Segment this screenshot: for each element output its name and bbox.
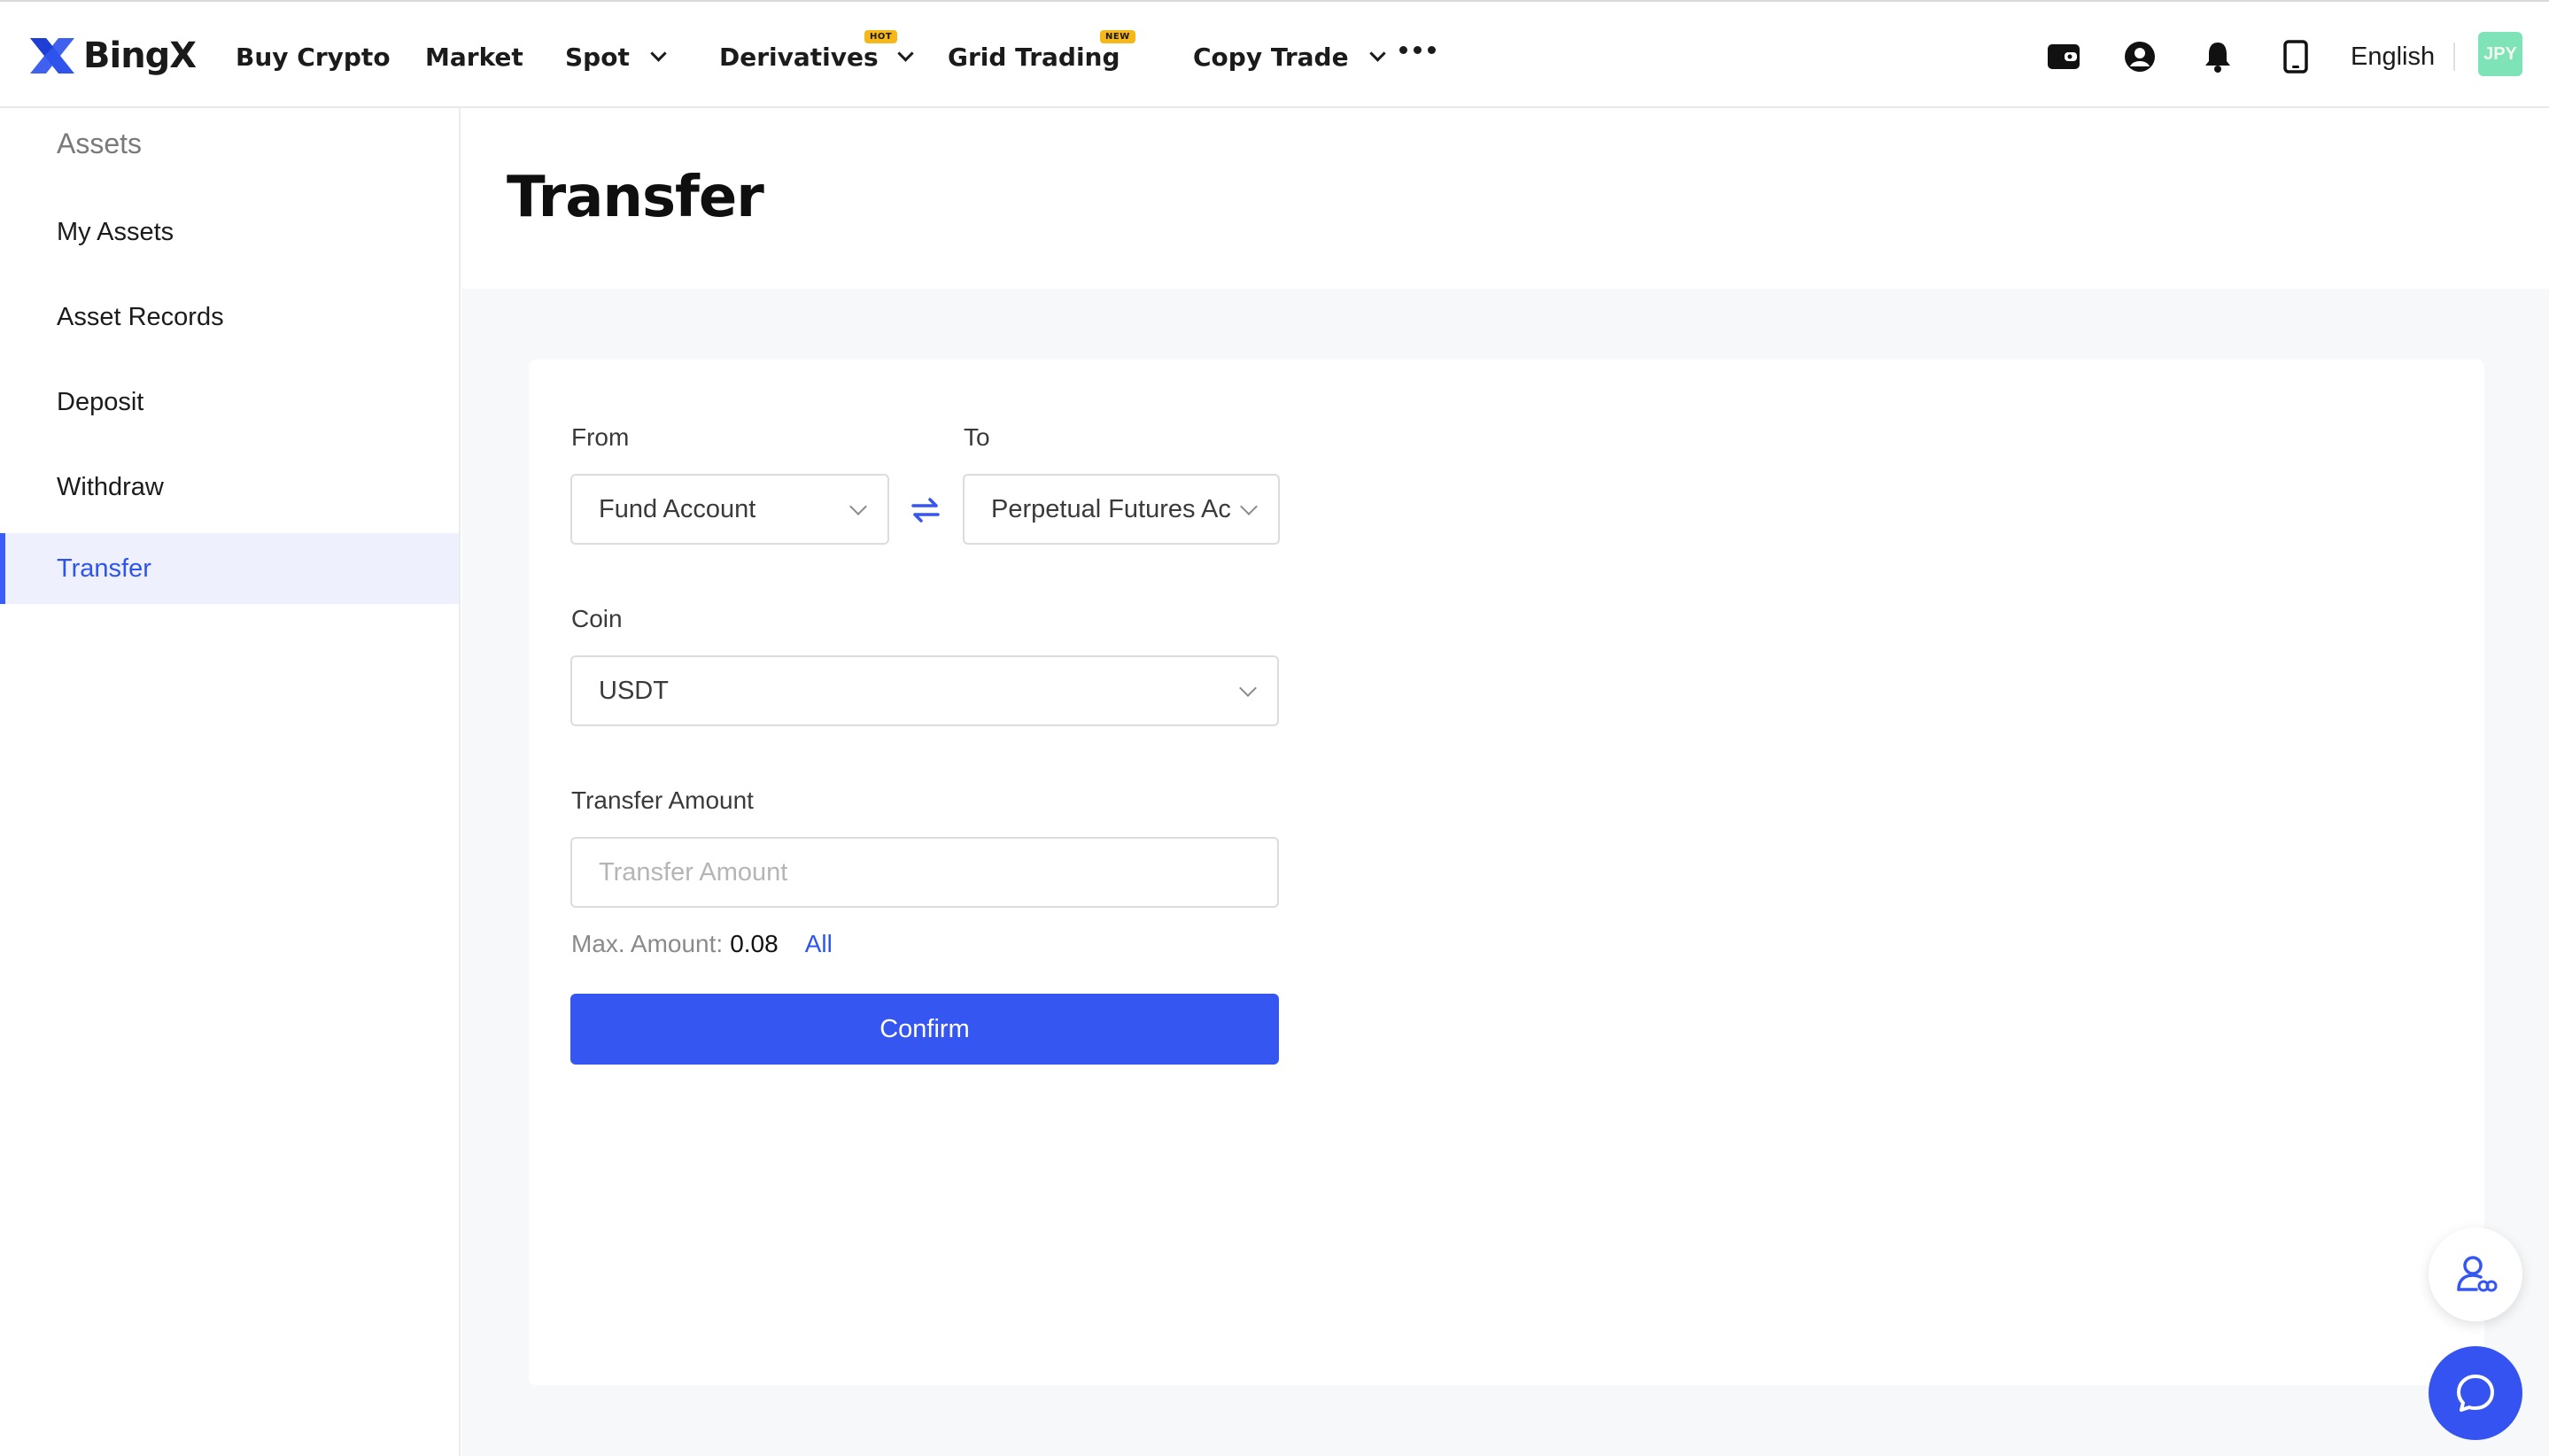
- sidebar-item-deposit[interactable]: Deposit: [0, 367, 459, 438]
- max-amount-label: Max. Amount:: [571, 930, 724, 957]
- divider: [2453, 43, 2455, 71]
- nav-derivatives[interactable]: Derivatives: [719, 39, 914, 74]
- sidebar-item-label: Transfer: [57, 554, 151, 583]
- support-agent-icon: [2457, 1256, 2498, 1292]
- nav-label: Market: [425, 42, 523, 72]
- nav-buy-crypto[interactable]: Buy Crypto: [236, 39, 391, 74]
- avatar[interactable]: JPY: [2478, 32, 2522, 76]
- all-link[interactable]: All: [805, 930, 833, 958]
- user-icon[interactable]: [2122, 39, 2158, 74]
- mobile-icon[interactable]: [2278, 39, 2313, 74]
- confirm-button[interactable]: Confirm: [570, 994, 1279, 1065]
- sidebar-item-label: Asset Records: [57, 302, 224, 331]
- nav-grid-trading[interactable]: Grid Trading: [948, 39, 1120, 74]
- sidebar-item-label: My Assets: [57, 217, 174, 246]
- sidebar-item-withdraw[interactable]: Withdraw: [0, 452, 459, 523]
- nav-label: Copy Trade: [1193, 42, 1349, 72]
- chevron-down-icon: [1368, 44, 1386, 62]
- chevron-down-icon: [1239, 679, 1257, 697]
- swap-icon[interactable]: [908, 492, 943, 528]
- nav-label: Buy Crypto: [236, 42, 391, 72]
- nav-label: Spot: [565, 42, 630, 72]
- sidebar-heading: Assets: [57, 128, 143, 159]
- chat-button[interactable]: [2429, 1346, 2522, 1440]
- from-account-value: Fund Account: [599, 494, 756, 523]
- max-amount-row: Max. Amount: 0.08 All: [571, 928, 833, 960]
- bell-icon[interactable]: [2200, 39, 2235, 74]
- to-account-select[interactable]: Perpetual Futures Account: [963, 474, 1280, 545]
- coin-value: USDT: [599, 676, 669, 705]
- support-agent-button[interactable]: [2429, 1228, 2522, 1321]
- chevron-down-icon: [849, 498, 867, 515]
- bingx-logo[interactable]: BingX: [27, 34, 197, 78]
- sidebar-item-asset-records[interactable]: Asset Records: [0, 282, 459, 352]
- chat-bubble-icon: [2457, 1375, 2494, 1412]
- from-label: From: [571, 423, 630, 451]
- page-title: Transfer: [507, 165, 764, 230]
- chevron-down-icon: [650, 44, 667, 62]
- sidebar: Assets My Assets Asset Records Deposit W…: [0, 108, 461, 1456]
- bingx-logo-icon: [30, 38, 74, 74]
- max-amount-value: 0.08: [730, 930, 779, 957]
- nav-label: Derivatives: [719, 42, 879, 72]
- chevron-down-icon: [896, 44, 914, 62]
- nav-market[interactable]: Market: [425, 39, 523, 74]
- from-account-select[interactable]: Fund Account: [570, 474, 889, 545]
- to-label: To: [964, 423, 990, 451]
- nav-copy-trade[interactable]: Copy Trade: [1193, 39, 1386, 74]
- coin-select[interactable]: USDT: [570, 655, 1279, 726]
- hot-badge: HOT: [864, 30, 898, 43]
- amount-label: Transfer Amount: [571, 786, 754, 814]
- top-nav: BingX Buy Crypto Market Spot Derivatives…: [0, 0, 2549, 108]
- sidebar-item-label: Withdraw: [57, 472, 164, 501]
- wallet-icon[interactable]: [2046, 39, 2081, 74]
- language-selector[interactable]: English: [2351, 39, 2435, 74]
- transfer-amount-input[interactable]: [570, 837, 1279, 908]
- sidebar-item-my-assets[interactable]: My Assets: [0, 197, 459, 267]
- sidebar-item-transfer[interactable]: Transfer: [0, 533, 459, 604]
- to-account-value: Perpetual Futures Account: [991, 494, 1230, 523]
- nav-spot[interactable]: Spot: [565, 39, 667, 74]
- brand-name: BingX: [83, 35, 197, 76]
- sidebar-item-label: Deposit: [57, 387, 144, 416]
- more-dots-icon[interactable]: [1399, 46, 1436, 54]
- new-badge: NEW: [1100, 30, 1135, 43]
- nav-label: Grid Trading: [948, 42, 1120, 72]
- chevron-down-icon: [1240, 498, 1258, 515]
- coin-label: Coin: [571, 605, 623, 632]
